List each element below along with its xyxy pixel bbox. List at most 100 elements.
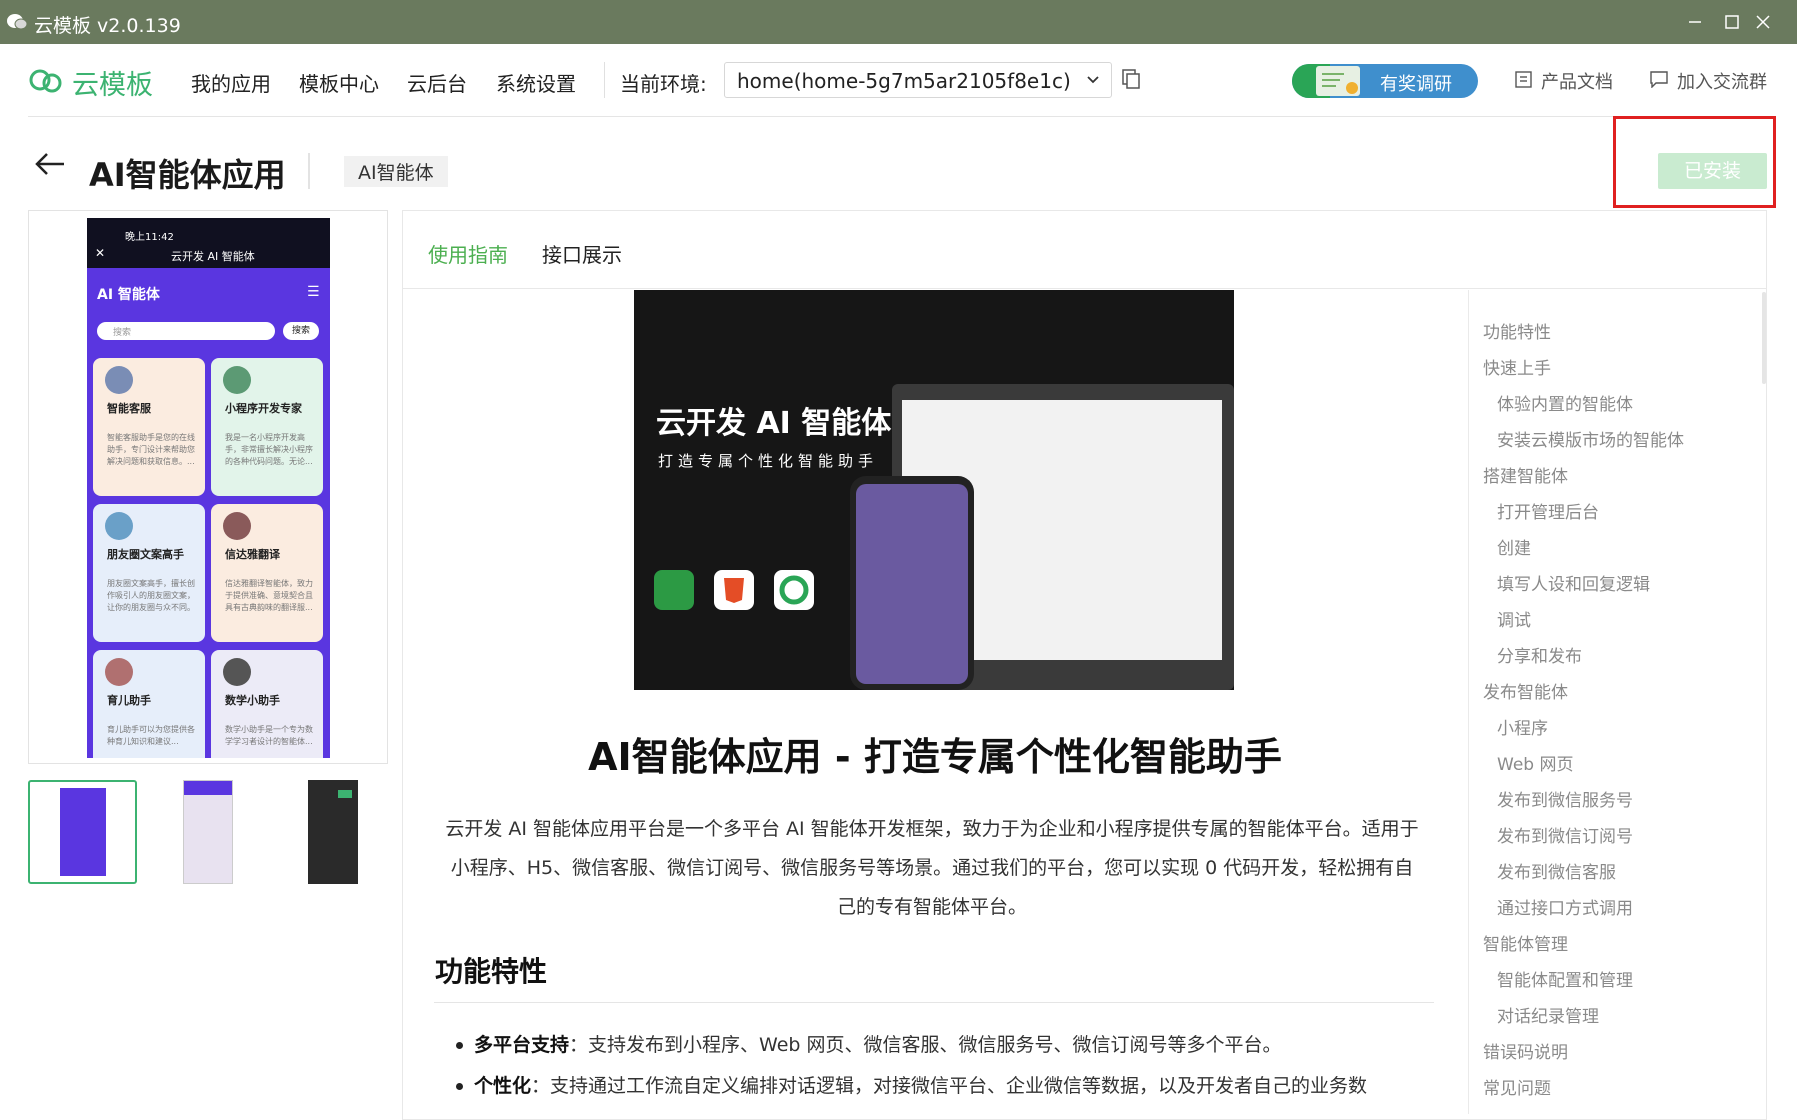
toc-item[interactable]: 发布到微信订阅号 bbox=[1497, 822, 1633, 847]
bullet-dot bbox=[456, 1042, 463, 1049]
tab-api[interactable]: 接口展示 bbox=[542, 239, 622, 268]
nav-divider-line bbox=[28, 116, 1776, 117]
toc-item[interactable]: 体验内置的智能体 bbox=[1497, 390, 1633, 415]
toc-item[interactable]: 智能体管理 bbox=[1483, 930, 1568, 955]
toc-item[interactable]: 调试 bbox=[1497, 606, 1531, 631]
installed-button[interactable]: 已安装 bbox=[1658, 153, 1767, 189]
phone-header: AI 智能体 bbox=[97, 287, 160, 303]
toc-item[interactable]: 创建 bbox=[1497, 534, 1531, 559]
toc-item[interactable]: 智能体配置和管理 bbox=[1497, 966, 1633, 991]
phone-menu-icon: ☰ bbox=[307, 284, 320, 300]
phone-mockup-screen bbox=[856, 484, 968, 684]
phone-search-button: 搜索 bbox=[283, 322, 319, 340]
survey-button[interactable]: 有奖调研 bbox=[1292, 64, 1478, 98]
phone-app-title: 云开发 AI 智能体 bbox=[171, 250, 255, 263]
intro-line: 己的专有智能体平台。 bbox=[836, 896, 1027, 918]
toc-item[interactable]: 发布智能体 bbox=[1483, 678, 1568, 703]
nav-cloud-backend[interactable]: 云后台 bbox=[407, 68, 467, 97]
phone-card-desc: 育儿助手可以为您提供各种育儿知识和建议... bbox=[107, 725, 195, 746]
toc-item[interactable]: 小程序 bbox=[1497, 714, 1548, 739]
window-title: 云模板 v2.0.139 bbox=[34, 15, 181, 37]
bullet-text: ：支持发布到小程序、Web 网页、微信客服、微信服务号、微信订阅号等多个平台。 bbox=[569, 1034, 1282, 1056]
toc-item[interactable]: Web 网页 bbox=[1497, 750, 1573, 775]
toc-item[interactable]: 打开管理后台 bbox=[1497, 498, 1599, 523]
env-label: 当前环境: bbox=[620, 72, 707, 96]
phone-card: 信达雅翻译 信达雅翻译智能体，致力于提供准确、意境契合且具有古典韵味的翻译服..… bbox=[211, 504, 323, 642]
phone-card: 数学小助手 数学小助手是一个专为数学学习者设计的智能体... bbox=[211, 650, 323, 758]
miniprogram-icon bbox=[654, 570, 694, 610]
chevron-down-icon bbox=[1085, 71, 1101, 91]
back-arrow-icon[interactable] bbox=[34, 152, 66, 180]
thumbnail-image bbox=[338, 790, 352, 798]
toc-item[interactable]: 发布到微信服务号 bbox=[1497, 786, 1633, 811]
phone-search: 搜索 bbox=[97, 322, 275, 340]
tab-guide[interactable]: 使用指南 bbox=[428, 239, 508, 268]
phone-screenshot: 晚上11:42 云开发 AI 智能体 ✕ AI 智能体 ☰ 搜索 搜索 智能客服… bbox=[87, 218, 330, 758]
join-community-link[interactable]: 加入交流群 bbox=[1677, 68, 1767, 94]
window-titlebar: 云模板 v2.0.139 bbox=[0, 0, 1797, 44]
hero-title: 云开发 AI 智能体 bbox=[656, 406, 892, 441]
page-title: AI智能体应用 bbox=[89, 156, 286, 194]
logo-text[interactable]: 云模板 bbox=[72, 63, 153, 102]
phone-card-name: 朋友圈文案高手 bbox=[107, 548, 184, 561]
toc-item[interactable]: 分享和发布 bbox=[1497, 642, 1582, 667]
phone-card-name: 数学小助手 bbox=[225, 694, 280, 707]
toc-item[interactable]: 通过接口方式调用 bbox=[1497, 894, 1633, 919]
intro-line: 小程序、H5、微信客服、微信订阅号、微信服务号等场景。通过我们的平台，您可以实现… bbox=[450, 857, 1414, 879]
phone-close-icon: ✕ bbox=[95, 246, 106, 260]
category-tag: AI智能体 bbox=[344, 156, 448, 187]
close-window-button[interactable] bbox=[1728, 0, 1797, 44]
nav-divider bbox=[604, 62, 605, 98]
bullet-bold: 个性化 bbox=[474, 1075, 532, 1097]
thumbnail-image bbox=[184, 781, 232, 795]
product-docs-link[interactable]: 产品文档 bbox=[1541, 68, 1613, 94]
phone-card-name: 小程序开发专家 bbox=[225, 402, 302, 415]
hero-image: 云开发 AI 智能体 打造专属个性化智能助手 bbox=[634, 290, 1234, 690]
env-select[interactable]: home(home-5g7m5ar2105f8e1c) bbox=[724, 62, 1112, 98]
copy-icon[interactable] bbox=[1122, 69, 1140, 93]
survey-card-icon bbox=[1316, 66, 1360, 96]
toc-item[interactable]: 搭建智能体 bbox=[1483, 462, 1568, 487]
cloud-logo-icon bbox=[28, 66, 64, 98]
phone-card-name: 育儿助手 bbox=[107, 694, 151, 707]
table-of-contents: 功能特性快速上手体验内置的智能体安装云模版市场的智能体搭建智能体打开管理后台 创建… bbox=[1468, 290, 1767, 1114]
nav-system-settings[interactable]: 系统设置 bbox=[496, 68, 576, 97]
thumbnail-1[interactable] bbox=[28, 780, 137, 884]
thumbnail-image bbox=[60, 788, 106, 876]
phone-card-desc: 智能客服助手是您的在线助手，专门设计来帮助您解决问题和获取信息。... bbox=[107, 433, 195, 466]
survey-label: 有奖调研 bbox=[1380, 74, 1452, 95]
bullet-text: ：支持通过工作流自定义编排对话逻辑，对接微信平台、企业微信等数据，以及开发者自己… bbox=[531, 1075, 1368, 1097]
avatar bbox=[223, 512, 251, 540]
chat-bubble-icon bbox=[1650, 71, 1668, 92]
thumbnail-3[interactable] bbox=[308, 780, 358, 884]
feature-bullet: 个性化：支持通过工作流自定义编排对话逻辑，对接微信平台、企业微信等数据，以及开发… bbox=[474, 1071, 1367, 1098]
toc-item[interactable]: 填写人设和回复逻辑 bbox=[1497, 570, 1650, 595]
toc-item[interactable]: 常见问题 bbox=[1483, 1074, 1551, 1099]
avatar bbox=[105, 658, 133, 686]
phone-card-desc: 数学小助手是一个专为数学学习者设计的智能体... bbox=[225, 725, 313, 746]
phone-search-placeholder: 搜索 bbox=[113, 328, 132, 338]
toc-item[interactable]: 对话纪录管理 bbox=[1497, 1002, 1599, 1027]
toc-item[interactable]: 快速上手 bbox=[1483, 354, 1551, 379]
toc-item[interactable]: 错误码说明 bbox=[1483, 1038, 1568, 1063]
bullet-bold: 多平台支持 bbox=[474, 1034, 570, 1056]
intro-line: 云开发 AI 智能体应用平台是一个多平台 AI 智能体开发框架，致力于为企业和小… bbox=[445, 818, 1419, 840]
toc-item[interactable]: 安装云模版市场的智能体 bbox=[1497, 426, 1684, 451]
toc-item[interactable]: 功能特性 bbox=[1483, 318, 1551, 343]
thumbnail-2[interactable] bbox=[183, 780, 233, 884]
document-icon bbox=[1515, 71, 1532, 92]
article-title: AI智能体应用 - 打造专属个性化智能助手 bbox=[588, 735, 1282, 779]
hero-subtitle: 打造专属个性化智能助手 bbox=[658, 452, 879, 470]
nav-my-apps[interactable]: 我的应用 bbox=[191, 68, 271, 97]
toc-scrollbar[interactable] bbox=[1762, 292, 1766, 384]
wechat-service-icon bbox=[774, 570, 814, 610]
toc-item[interactable]: 发布到微信客服 bbox=[1497, 858, 1616, 883]
title-divider bbox=[308, 153, 310, 189]
article-intro: 云开发 AI 智能体应用平台是一个多平台 AI 智能体开发框架，致力于为企业和小… bbox=[432, 810, 1432, 927]
phone-status-time: 晚上11:42 bbox=[125, 232, 174, 243]
phone-card-desc: 信达雅翻译智能体，致力于提供准确、意境契合且具有古典韵味的翻译服... bbox=[225, 579, 313, 612]
html5-icon bbox=[714, 570, 754, 610]
phone-card: 小程序开发专家 我是一名小程序开发高手，非常擅长解决小程序的各种代码问题。无论.… bbox=[211, 358, 323, 496]
nav-template-center[interactable]: 模板中心 bbox=[299, 68, 379, 97]
avatar bbox=[105, 366, 133, 394]
